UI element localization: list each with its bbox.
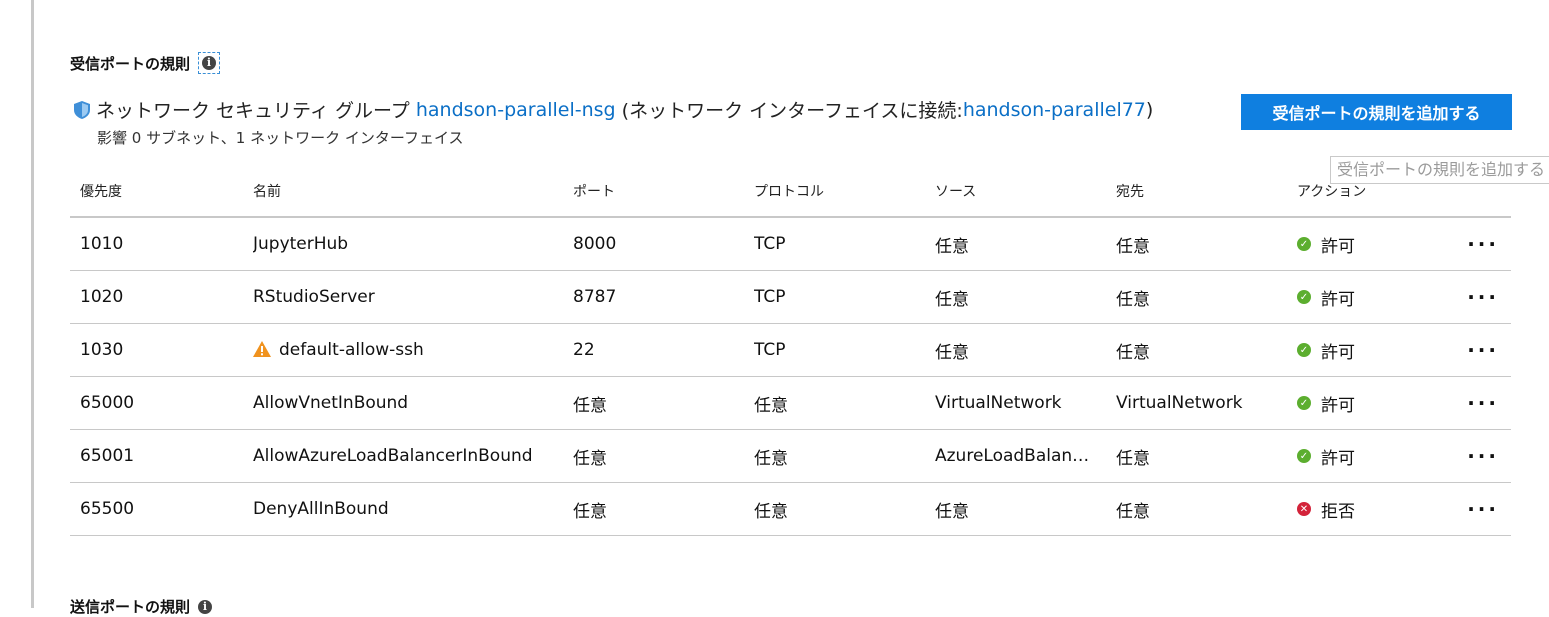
rule-priority: 65000 <box>80 393 135 413</box>
rule-protocol: 任意 <box>754 501 788 522</box>
rule-name: JupyterHub <box>253 234 349 254</box>
rule-action: ✓ 許可 <box>1297 285 1467 310</box>
x-circle-icon: ✕ <box>1297 502 1311 516</box>
attached-suffix: ) <box>1145 98 1154 121</box>
rule-source: 任意 <box>935 289 969 310</box>
rule-port: 22 <box>573 340 595 360</box>
rule-action: ✓ 許可 <box>1297 444 1467 469</box>
rule-action: ✕ 拒否 <box>1297 497 1467 522</box>
table-row[interactable]: 65000 AllowVnetInBound 任意 任意 VirtualNetw… <box>70 377 1511 430</box>
rule-protocol: TCP <box>754 287 786 307</box>
outbound-title-text: 送信ポートの規則 <box>70 598 191 616</box>
check-circle-icon: ✓ <box>1297 449 1311 463</box>
check-circle-icon: ✓ <box>1297 396 1311 410</box>
rule-destination: 任意 <box>1116 501 1150 522</box>
rule-action: ✓ 許可 <box>1297 338 1467 363</box>
attached-prefix: (ネットワーク インターフェイスに接続: <box>621 100 963 122</box>
rule-source: VirtualNetwork <box>935 393 1062 413</box>
nsg-label: ネットワーク セキュリティ グループ <box>96 100 410 122</box>
more-options-button[interactable]: ··· <box>1467 232 1511 256</box>
rule-source: 任意 <box>935 342 969 363</box>
more-options-button[interactable]: ··· <box>1467 497 1511 521</box>
header-port[interactable]: ポート <box>573 181 754 201</box>
rule-action-label: 拒否 <box>1321 501 1355 522</box>
table-row[interactable]: 1030 default-allow-ssh 22 TCP 任意 任意 ✓ 許可… <box>70 324 1511 377</box>
check-circle-icon: ✓ <box>1297 237 1311 251</box>
info-button[interactable]: i <box>198 52 221 74</box>
info-icon[interactable]: i <box>198 599 213 614</box>
rule-priority: 1030 <box>80 340 124 360</box>
add-inbound-rule-button[interactable]: 受信ポートの規則を追加する <box>1241 94 1512 130</box>
rule-name: AllowAzureLoadBalancerInBound <box>253 446 533 466</box>
rule-action: ✓ 許可 <box>1297 391 1467 416</box>
header-source[interactable]: ソース <box>935 181 1116 201</box>
rule-destination: 任意 <box>1116 289 1150 310</box>
header-action[interactable]: アクション <box>1297 181 1467 201</box>
rule-destination: 任意 <box>1116 448 1150 469</box>
rule-action-label: 許可 <box>1321 448 1355 469</box>
table-header: 優先度 名前 ポート プロトコル ソース 宛先 アクション <box>70 166 1511 218</box>
rule-port: 任意 <box>573 448 607 469</box>
rule-name: DenyAllInBound <box>253 499 389 519</box>
rule-destination: 任意 <box>1116 236 1150 257</box>
rule-source: 任意 <box>935 501 969 522</box>
more-options-button[interactable]: ··· <box>1467 338 1511 362</box>
header-priority[interactable]: 優先度 <box>70 181 253 201</box>
rule-name: RStudioServer <box>253 287 375 307</box>
inbound-section-title: 受信ポートの規則 i <box>70 52 221 74</box>
rule-priority: 1020 <box>80 287 124 307</box>
impact-text: 影響 0 サブネット、1 ネットワーク インターフェイス <box>97 129 464 147</box>
header-protocol[interactable]: プロトコル <box>754 181 935 201</box>
rule-protocol: TCP <box>754 340 786 360</box>
header-name[interactable]: 名前 <box>253 181 573 201</box>
check-circle-icon: ✓ <box>1297 343 1311 357</box>
rule-protocol: 任意 <box>754 448 788 469</box>
outbound-section-title: 送信ポートの規則 i <box>70 596 213 617</box>
check-circle-icon: ✓ <box>1297 290 1311 304</box>
rule-port: 任意 <box>573 501 607 522</box>
rule-destination: VirtualNetwork <box>1116 393 1243 413</box>
nsg-summary: ネットワーク セキュリティ グループ handson-parallel-nsg … <box>74 96 1153 123</box>
rule-action: ✓ 許可 <box>1297 232 1467 257</box>
more-options-button[interactable]: ··· <box>1467 285 1511 309</box>
rule-priority: 65500 <box>80 499 135 519</box>
rule-source: 任意 <box>935 236 969 257</box>
table-row[interactable]: 1020 RStudioServer 8787 TCP 任意 任意 ✓ 許可 ·… <box>70 271 1511 324</box>
rule-name: default-allow-ssh <box>279 340 424 360</box>
rule-port: 8787 <box>573 287 617 307</box>
rule-action-label: 許可 <box>1321 236 1355 257</box>
rule-port: 任意 <box>573 395 607 416</box>
nsg-link[interactable]: handson-parallel-nsg <box>416 99 616 121</box>
rule-action-label: 許可 <box>1321 342 1355 363</box>
more-options-button[interactable]: ··· <box>1467 444 1511 468</box>
table-row[interactable]: 65001 AllowAzureLoadBalancerInBound 任意 任… <box>70 430 1511 483</box>
info-icon: i <box>202 56 217 70</box>
inbound-title-text: 受信ポートの規則 <box>70 54 191 73</box>
left-border <box>31 0 34 608</box>
rule-name: AllowVnetInBound <box>253 393 409 413</box>
rule-port: 8000 <box>573 234 617 254</box>
rule-action-label: 許可 <box>1321 395 1355 416</box>
table-row[interactable]: 1010 JupyterHub 8000 TCP 任意 任意 ✓ 許可 ··· <box>70 218 1511 271</box>
rule-protocol: TCP <box>754 234 786 254</box>
inbound-rules-table: 優先度 名前 ポート プロトコル ソース 宛先 アクション 1010 Jupyt… <box>70 166 1511 536</box>
rule-protocol: 任意 <box>754 395 788 416</box>
rule-source: AzureLoadBalan… <box>935 446 1090 466</box>
rule-name-cell: default-allow-ssh <box>253 340 573 360</box>
more-options-button[interactable]: ··· <box>1467 391 1511 415</box>
rule-destination: 任意 <box>1116 342 1150 363</box>
table-row[interactable]: 65500 DenyAllInBound 任意 任意 任意 任意 ✕ 拒否 ··… <box>70 483 1511 536</box>
shield-icon <box>74 100 90 119</box>
rule-priority: 1010 <box>80 234 124 254</box>
rule-action-label: 許可 <box>1321 289 1355 310</box>
rule-priority: 65001 <box>80 446 135 466</box>
warning-icon <box>253 341 271 357</box>
header-destination[interactable]: 宛先 <box>1116 181 1297 201</box>
nic-link[interactable]: handson-parallel77 <box>963 99 1146 121</box>
